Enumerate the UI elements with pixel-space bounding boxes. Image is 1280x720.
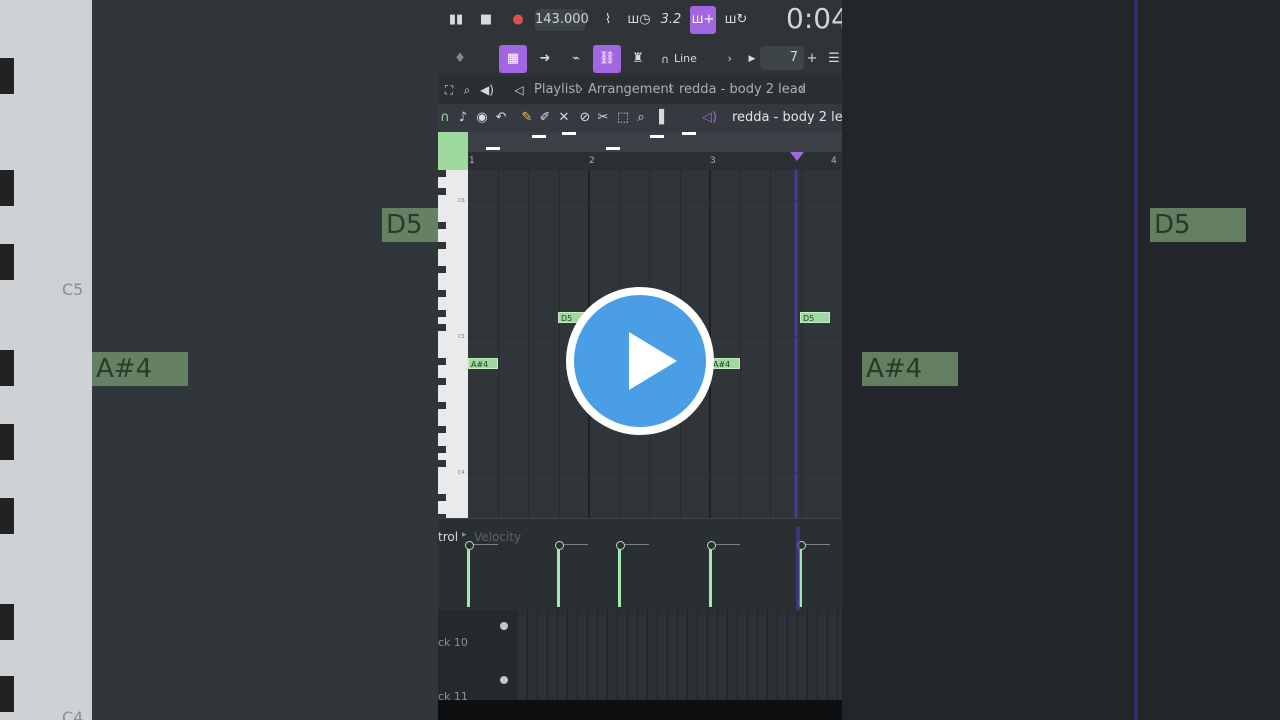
add-pattern-button[interactable]: + [804, 47, 820, 71]
undo-icon[interactable]: ↶ [494, 106, 508, 130]
breadcrumb-bar: ⛶ ⌕ ◀) ◁ Playlist › Arrangement › redda … [438, 76, 842, 105]
delete-tool-icon[interactable]: ✕ [557, 106, 571, 130]
piano-roll-title: redda - body 2 leac [732, 110, 842, 125]
song-time: 0:04: [786, 2, 842, 35]
event-editor[interactable]: trol ▸ Velocity [438, 518, 842, 611]
track-name[interactable]: ck 10 [438, 636, 468, 649]
track-enable-icon[interactable] [500, 622, 508, 630]
speaker-icon[interactable]: ◀) [480, 78, 494, 102]
bar-number: 1 [469, 156, 475, 166]
blend-notes-button[interactable]: ш+ [690, 6, 716, 34]
magnet-icon[interactable]: ∩ [438, 106, 452, 130]
fullscreen-icon[interactable]: ⛶ [442, 78, 456, 102]
track-grid[interactable] [518, 610, 842, 700]
snap-select[interactable]: Line › [674, 50, 734, 68]
play-video-button[interactable] [566, 287, 714, 435]
slice-icon[interactable]: ✂ [596, 106, 610, 130]
mute-tool-icon[interactable]: ⊘ [578, 106, 592, 130]
note-block[interactable]: A#4 [468, 358, 498, 369]
breadcrumb-arrangement[interactable]: Arrangement [588, 76, 674, 104]
zoom-tool-icon[interactable]: ⌕ [634, 106, 648, 130]
play-arrow-icon[interactable]: ▶ [745, 47, 759, 71]
background-piano-keys: C5 C4 [0, 0, 92, 720]
control-label[interactable]: trol [438, 530, 458, 544]
wait-record-icon[interactable]: ш◷ [626, 8, 652, 32]
breadcrumb-separator: › [578, 82, 584, 97]
speaker-icon[interactable]: ◁) [702, 106, 717, 130]
pause-button[interactable]: ▮▮ [446, 8, 466, 32]
record-icon[interactable]: ◉ [475, 106, 489, 130]
piano-roll-button[interactable]: ▦ [499, 45, 527, 73]
paint-icon[interactable]: ✐ [538, 106, 552, 130]
note-icon[interactable]: ♪ [456, 106, 470, 130]
breadcrumb-clip[interactable]: redda - body 2 lead [679, 76, 806, 104]
chevron-right-icon: ▸ [462, 530, 467, 540]
background-note: D5 [382, 208, 438, 242]
background-key-label-bottom: C4 [62, 708, 84, 720]
note-block[interactable]: A#4 [710, 358, 740, 369]
timeline-ruler[interactable]: 1 2 3 4 [438, 132, 842, 170]
bar-number: 4 [831, 156, 837, 166]
loop-record-icon[interactable]: ш↻ [722, 8, 750, 32]
bottom-bar [438, 700, 842, 720]
key-label: C4 [458, 470, 465, 476]
record-button[interactable]: ● [508, 8, 528, 32]
pencil-icon[interactable]: ✎ [520, 106, 534, 130]
tempo-display[interactable]: 143.000 [535, 9, 589, 31]
speaker-small-icon: ◁ [514, 83, 524, 97]
step-display[interactable]: 3.2 [658, 8, 684, 32]
background-right: D5 A#4 [842, 0, 1280, 720]
bar-number: 3 [710, 156, 716, 166]
select-icon[interactable]: ⬚ [616, 106, 630, 130]
chevron-right-icon: › [727, 52, 732, 65]
velocity-label[interactable]: Velocity [474, 530, 521, 544]
background-note: D5 [1150, 208, 1246, 242]
master-pitch-icon[interactable]: ♦ [450, 47, 470, 71]
stamp-icon[interactable]: ♜ [626, 47, 650, 71]
piano-roll-toolbar: ∩ ♪ ◉ ↶ ✎ ✐ ✕ ⊘ ✂ ⬚ ⌕ ▐ ◁) redda - body … [438, 104, 842, 132]
piano-keyboard[interactable]: C6 C5 C4 [438, 170, 468, 521]
key-label: C6 [458, 198, 465, 204]
stop-button[interactable]: ■ [476, 8, 496, 32]
link-button[interactable]: ⛓ [593, 45, 621, 73]
breadcrumb-separator: › [668, 82, 674, 97]
snap-corner[interactable] [438, 132, 468, 170]
pattern-number[interactable]: 7 [760, 46, 804, 70]
headphones-icon[interactable]: ∩ [657, 48, 673, 72]
playback-icon[interactable]: ▐ [652, 106, 666, 130]
plug-icon[interactable]: ⌁ [564, 47, 588, 71]
arrow-icon[interactable]: ➜ [533, 47, 557, 71]
play-icon [574, 295, 706, 427]
zoom-icon[interactable]: ⌕ [460, 78, 474, 102]
bar-number: 2 [589, 156, 595, 166]
track-enable-icon[interactable] [500, 676, 508, 684]
track-list: ck 10 ck 11 [438, 610, 842, 700]
key-label: C5 [458, 334, 465, 340]
track-name[interactable]: ck 11 [438, 690, 468, 700]
note-block[interactable]: D5 [800, 312, 830, 323]
background-note: A#4 [92, 352, 188, 386]
background-left: C5 C4 D5 A#4 [0, 0, 438, 720]
background-note: A#4 [862, 352, 958, 386]
pattern-menu-icon[interactable]: ☰ [826, 47, 842, 71]
background-key-label: C5 [62, 280, 84, 299]
tools-toolbar: ♦ ▦ ➜ ⌁ ⛓ ♜ ∩ Line › ▶ 7 + ☰ [438, 42, 842, 76]
metronome-icon[interactable]: ⌇ [596, 8, 620, 32]
snap-value: Line [674, 52, 697, 65]
breadcrumb-playlist[interactable]: Playlist [534, 76, 580, 104]
transport-toolbar: ▮▮ ■ ● 143.000 ⌇ ш◷ 3.2 ш+ ш↻ 0:04: [438, 0, 842, 42]
breadcrumb-separator: › [799, 82, 805, 97]
playhead-marker[interactable] [790, 152, 804, 161]
